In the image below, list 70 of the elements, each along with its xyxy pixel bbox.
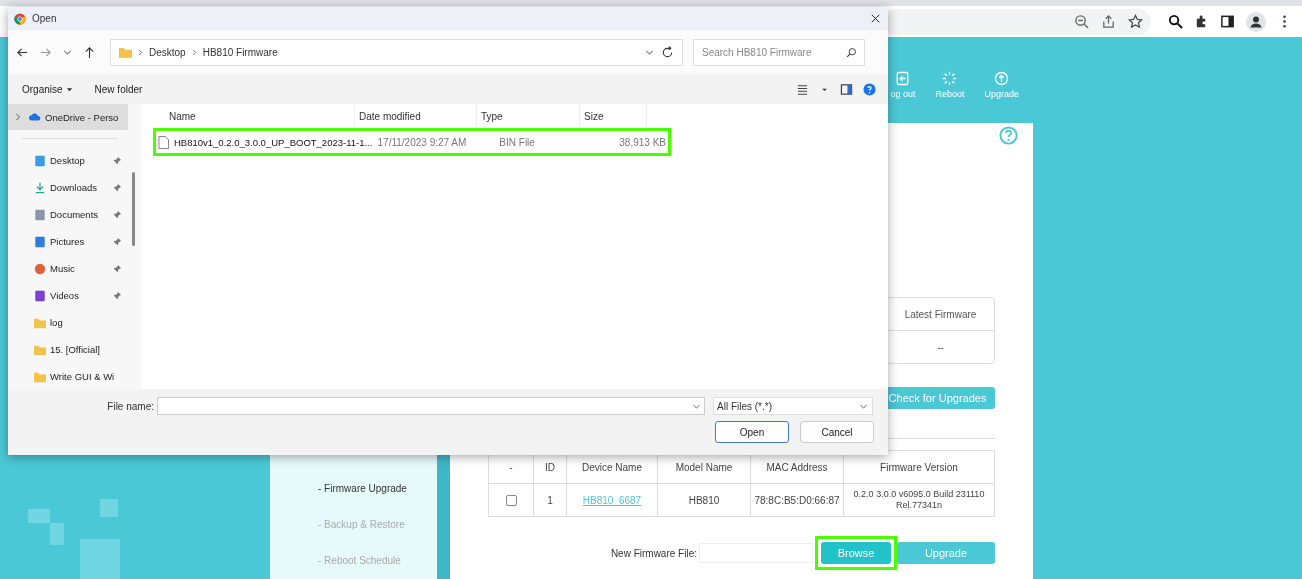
zoom-out-icon[interactable] xyxy=(1074,14,1089,29)
chevron-right-icon xyxy=(138,48,143,56)
address-field[interactable]: Desktop HB810 Firmware xyxy=(110,38,683,66)
pin-icon xyxy=(113,291,122,300)
table-cell: HB810 xyxy=(657,483,751,517)
nav-pane-item[interactable]: Downloads xyxy=(8,174,128,201)
up-arrow-icon[interactable] xyxy=(83,45,96,59)
side-panel-icon[interactable] xyxy=(1220,14,1235,29)
file-name-field[interactable] xyxy=(157,397,705,415)
nav-pane-item[interactable]: Desktop xyxy=(8,147,128,174)
spinner-icon xyxy=(942,71,958,86)
sidebar-item[interactable]: - Firmware Upgrade xyxy=(270,471,437,507)
folder-icon xyxy=(34,370,46,383)
search-field[interactable]: Search HB810 Firmware xyxy=(693,38,865,66)
new-folder-button[interactable]: New folder xyxy=(90,83,151,95)
download-icon xyxy=(34,181,46,194)
organise-menu-button[interactable]: Organise xyxy=(18,83,81,95)
cancel-button[interactable]: Cancel xyxy=(800,421,874,443)
nav-pane-item[interactable]: OneDrive - Perso xyxy=(8,104,128,130)
open-button[interactable]: Open xyxy=(715,421,789,443)
column-header[interactable]: Name xyxy=(145,104,355,128)
chevron-right-icon xyxy=(191,48,197,56)
folder-icon xyxy=(34,316,46,329)
arrow-up-circle-icon xyxy=(994,71,1010,86)
table-cell: 78:8C:B5:D0:66:87 xyxy=(750,483,844,517)
breadcrumb-item[interactable]: HB810 Firmware xyxy=(202,46,278,58)
close-icon[interactable] xyxy=(871,14,880,23)
file-icon xyxy=(158,135,169,149)
help-icon[interactable] xyxy=(863,82,876,96)
file-row[interactable]: HB810v1_0.2.0_3.0.0_UP_BOOT_2023-11-1... 17/11/2023 9:27 AM BIN File 38,913 KB xyxy=(153,128,671,156)
view-list-icon[interactable] xyxy=(796,82,809,96)
cloud-icon xyxy=(29,111,41,123)
browser-logo-icon xyxy=(14,12,26,25)
dialog-title: Open xyxy=(32,13,57,24)
search-icon[interactable] xyxy=(1168,14,1183,29)
field-label: File name: xyxy=(106,400,155,412)
search-icon xyxy=(846,46,857,58)
pin-icon xyxy=(113,237,122,246)
share-icon[interactable] xyxy=(1101,14,1116,29)
table-cell: 1 xyxy=(533,483,567,517)
nav-pane-item[interactable]: Videos xyxy=(8,282,128,309)
star-icon[interactable] xyxy=(1128,14,1143,29)
folder-icon xyxy=(34,343,46,356)
nav-pane-item[interactable]: Music xyxy=(8,255,128,282)
nav-pane-item[interactable]: 15. [Official] xyxy=(8,336,128,363)
field-label: New Firmware File: xyxy=(610,547,697,559)
pin-icon xyxy=(113,156,122,165)
refresh-icon[interactable] xyxy=(661,45,674,59)
folder-icon xyxy=(119,46,132,58)
nav-pane-item[interactable]: Pictures xyxy=(8,228,128,255)
file-type-dropdown[interactable]: All Files (*.*) xyxy=(713,397,873,415)
pin-icon xyxy=(113,264,122,273)
column-header[interactable]: Date modified xyxy=(355,104,477,128)
scrollbar-thumb[interactable] xyxy=(132,172,135,246)
profile-avatar-icon[interactable] xyxy=(1246,11,1266,32)
nav-pane-item[interactable]: log xyxy=(8,309,128,336)
nav-pane-item[interactable]: Write GUI & Wi xyxy=(8,363,128,390)
pin-icon xyxy=(113,183,122,192)
pin-icon xyxy=(113,210,122,219)
table-cell: 0.2.0 3.0.0 v6095.0 Build 231110 Rel.77341n xyxy=(843,483,995,517)
caret-icon xyxy=(65,85,73,93)
breadcrumb-item[interactable]: Desktop xyxy=(149,46,186,58)
logout-icon xyxy=(895,71,911,86)
column-header[interactable]: Type xyxy=(477,104,580,128)
table-cell-text: -- xyxy=(936,340,945,355)
column-header[interactable]: Size xyxy=(580,104,647,128)
preview-pane-icon[interactable] xyxy=(840,82,853,96)
row-checkbox[interactable] xyxy=(505,494,517,506)
music-icon xyxy=(34,262,46,275)
nav-pane-item[interactable]: Documents xyxy=(8,201,128,228)
